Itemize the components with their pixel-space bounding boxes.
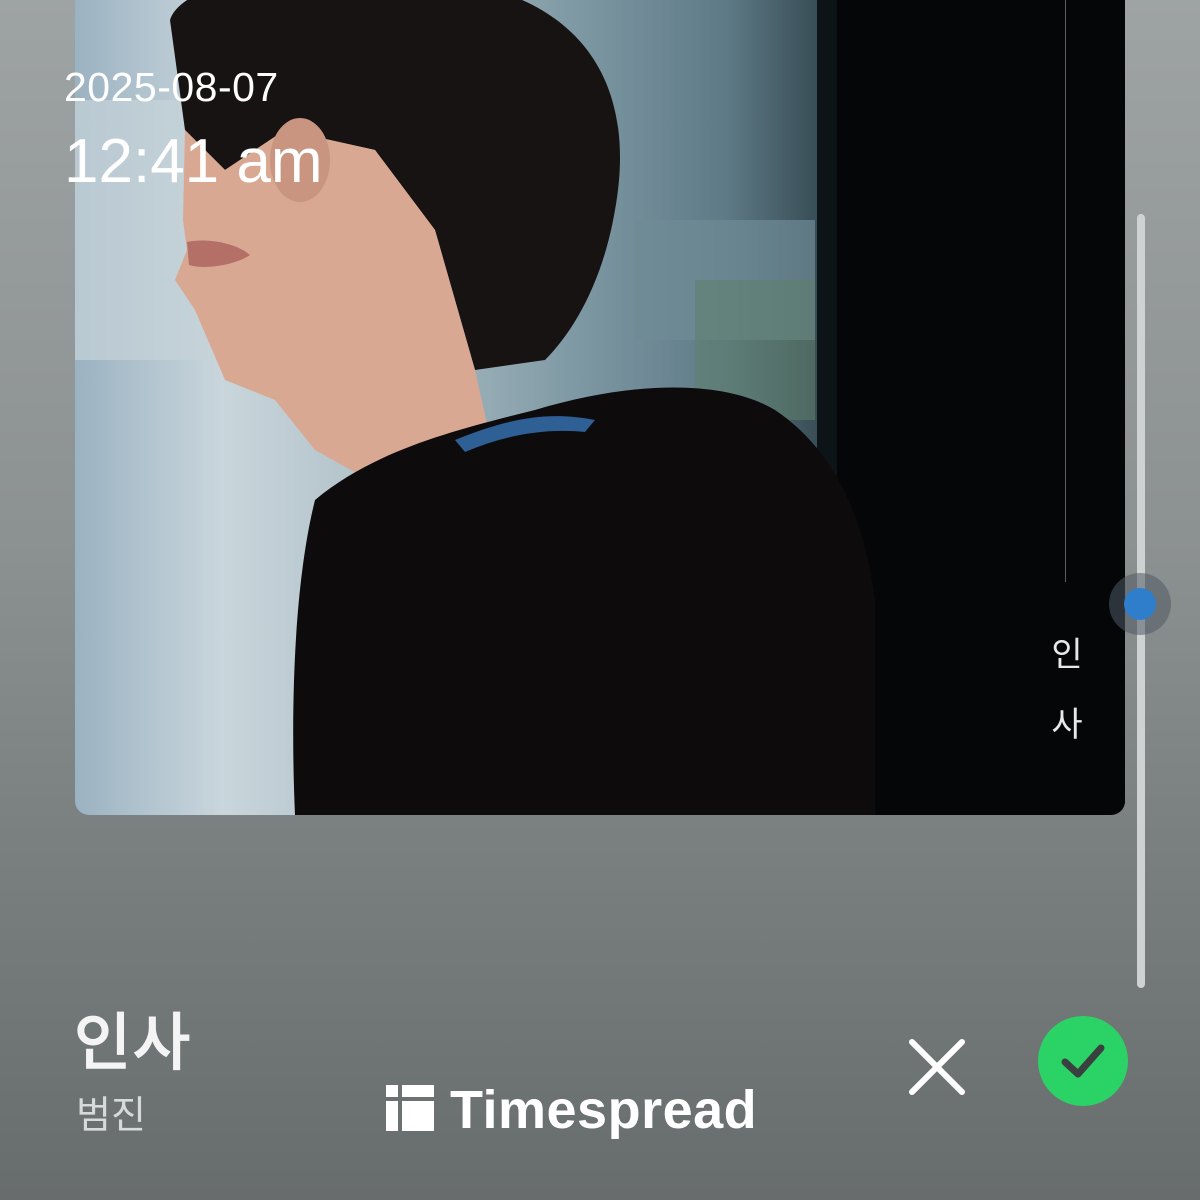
brand-name: Timespread xyxy=(450,1080,758,1140)
album-photo xyxy=(75,0,1125,815)
cover-title-char: 인 xyxy=(1051,635,1083,675)
confirm-button[interactable] xyxy=(1038,1016,1128,1106)
cover-title-char: 사 xyxy=(1051,705,1083,745)
timespread-logo-icon xyxy=(386,1085,434,1135)
scrubber-thumb[interactable] xyxy=(1124,588,1156,620)
track-artist: 범진 xyxy=(76,1093,146,1137)
date-label: 2025-08-07 xyxy=(64,64,279,110)
track-title: 인사 xyxy=(74,1006,193,1079)
time-label: 12:41 am xyxy=(64,127,323,196)
close-button[interactable] xyxy=(900,1030,974,1104)
cover-divider-line xyxy=(1065,0,1066,582)
album-art: 인 사 xyxy=(75,0,1125,815)
close-icon xyxy=(909,1039,965,1095)
brand-logo: Timespread xyxy=(386,1080,757,1140)
checkmark-icon xyxy=(1061,1044,1105,1078)
